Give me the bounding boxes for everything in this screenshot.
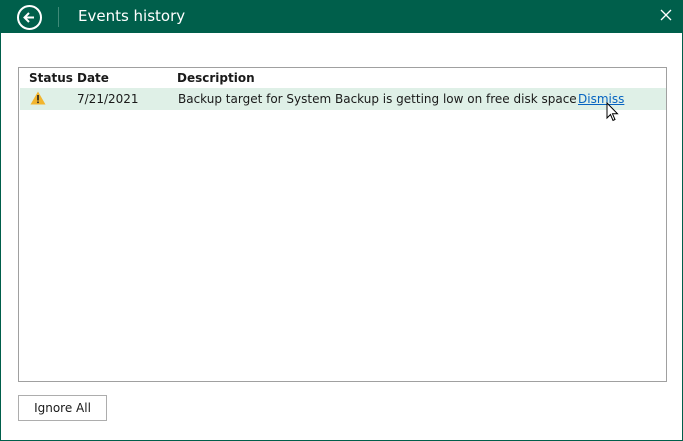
ignore-all-button[interactable]: Ignore All	[18, 395, 107, 421]
back-button[interactable]	[17, 5, 42, 30]
column-header-status[interactable]: Status	[29, 71, 73, 85]
window-title: Events history	[78, 7, 186, 25]
title-separator	[58, 7, 59, 27]
events-list: Status Date Description 7/21/2021 Backup…	[18, 67, 667, 382]
mouse-cursor-icon	[606, 102, 619, 122]
close-button[interactable]	[658, 7, 674, 25]
event-description: Backup target for System Backup is getti…	[178, 92, 577, 106]
arrow-left-icon	[23, 12, 34, 23]
event-date: 7/21/2021	[77, 92, 139, 106]
warning-icon	[30, 91, 46, 105]
title-bar: Events history	[1, 1, 683, 33]
column-header-date[interactable]: Date	[77, 71, 109, 85]
events-history-window: Events history Status Date Description 7…	[0, 0, 683, 441]
column-header-description[interactable]: Description	[177, 71, 255, 85]
table-row[interactable]: 7/21/2021 Backup target for System Backu…	[20, 88, 666, 110]
close-icon	[660, 9, 672, 21]
